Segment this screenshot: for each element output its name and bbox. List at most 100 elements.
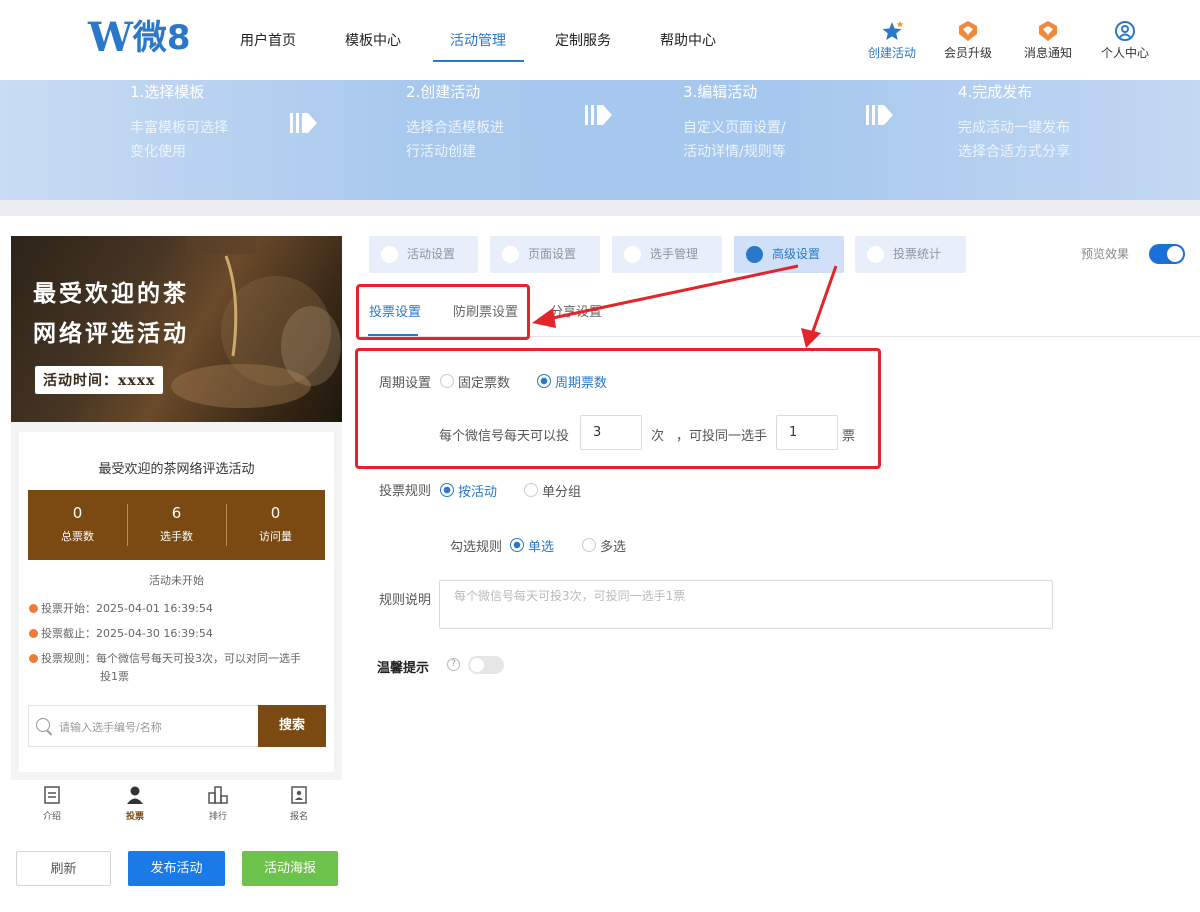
- radio-single-select[interactable]: 单选: [510, 536, 554, 555]
- steps-banner: 1.选择模板 丰富模板可选择 变化使用 2.创建活动 选择合适模板进 行活动创建 3…: [0, 80, 1200, 200]
- radio-single-group[interactable]: 单分组: [524, 481, 581, 500]
- activity-poster-button[interactable]: 活动海报: [242, 851, 338, 886]
- tab-activity-settings[interactable]: 活动设置: [369, 236, 478, 273]
- hero-title-line2: 网络评选活动: [33, 320, 189, 347]
- warm-tip-label: 温馨提示: [377, 661, 430, 676]
- step-desc: 完成活动一键发布 选择合适方式分享: [958, 116, 1070, 164]
- vote-start-text: 投票开始：2025-04-01 16:39:54: [41, 602, 213, 615]
- diamond-badge-icon: [959, 21, 977, 41]
- rule-description-label: 规则说明: [379, 593, 432, 608]
- step-desc: 自定义页面设置/活动详情/规则等: [683, 116, 786, 164]
- step-3: 3.编辑活动 自定义页面设置/活动详情/规则等: [683, 80, 786, 164]
- stat-label: 总票数: [61, 530, 94, 543]
- stat-value: 0: [270, 504, 281, 522]
- create-activity-button[interactable]: 创建活动: [860, 20, 924, 61]
- tab-label: 报名: [289, 812, 308, 822]
- message-notify-button[interactable]: 消息通知: [1016, 20, 1080, 61]
- highlight-box-cycle: [355, 348, 881, 469]
- stat-value: 6: [171, 504, 182, 522]
- info-dot-icon: [29, 654, 38, 663]
- per-day-label: 每个微信号每天可以投: [439, 429, 570, 444]
- radio-fixed-votes[interactable]: 固定票数: [440, 372, 510, 391]
- step-desc: 选择合适模板进 行活动创建: [406, 116, 504, 164]
- annotation-arrows: [532, 264, 838, 348]
- nav-activity-management[interactable]: 活动管理: [450, 30, 506, 50]
- player-search: 请输入选手编号/名称 搜索: [28, 705, 326, 747]
- step-4: 4.完成发布 完成活动一键发布 选择合适方式分享: [958, 80, 1070, 164]
- tab-label: 介绍: [42, 812, 61, 822]
- stats-icon: [867, 246, 884, 263]
- user-circle-icon: [1115, 21, 1135, 41]
- per-day-votes-input[interactable]: 3: [580, 415, 642, 450]
- tab-label: 投票: [125, 812, 144, 822]
- preview-tabbar: 介绍 投票 排行 报名: [11, 780, 342, 828]
- nav-template-center[interactable]: 模板中心: [345, 30, 401, 50]
- phone-preview: 最受欢迎的茶 网络评选活动 活动时间：xxxx 最受欢迎的茶网络评选活动 0 总…: [11, 236, 342, 780]
- radio-cycle-votes[interactable]: 周期票数: [537, 372, 607, 391]
- radio-multi-select[interactable]: 多选: [582, 536, 626, 555]
- message-notify-label: 消息通知: [1023, 46, 1072, 60]
- rule-description-textarea[interactable]: 每个微信号每天可投3次，可投同一选手1票: [439, 580, 1053, 629]
- clock-dot-icon: [29, 604, 38, 613]
- step-title: 1.选择模板: [130, 83, 205, 101]
- stats-bar: 0 总票数 6 选手数 0 访问量: [28, 490, 325, 560]
- nav-user-home[interactable]: 用户首页: [240, 30, 296, 50]
- activity-title: 最受欢迎的茶网络评选活动: [98, 462, 255, 477]
- player-search-input[interactable]: 请输入选手编号/名称: [59, 719, 249, 735]
- vote-start-info: 投票开始：2025-04-01 16:39:54: [29, 600, 213, 618]
- publish-activity-button[interactable]: 发布活动: [128, 851, 225, 886]
- search-icon: [36, 718, 50, 732]
- step-desc-line: 变化使用: [130, 144, 186, 160]
- same-player-label: ，可投同一选手: [676, 429, 768, 444]
- vote-rule-text: 投1票: [100, 670, 129, 683]
- step-desc-line: 活动详情/规则等: [683, 144, 786, 160]
- activity-status: 活动未开始: [149, 574, 204, 587]
- hero-time-badge: 活动时间：xxxx: [35, 366, 164, 394]
- search-button[interactable]: 搜索: [258, 705, 326, 747]
- warm-tip-toggle[interactable]: [468, 656, 504, 674]
- personal-center-button[interactable]: 个人中心: [1093, 20, 1157, 61]
- step-desc: 丰富模板可选择 变化使用: [130, 116, 228, 164]
- tab-signup[interactable]: 报名: [269, 785, 329, 822]
- vote-rule-label: 投票规则: [379, 484, 432, 499]
- tab-vote[interactable]: 投票: [105, 785, 165, 822]
- top-navbar: W 微8 用户首页 模板中心 活动管理 定制服务 帮助中心 创建活动 会员升级 …: [0, 0, 1200, 80]
- step-1: 1.选择模板 丰富模板可选择 变化使用: [130, 80, 228, 164]
- tab-intro[interactable]: 介绍: [22, 785, 82, 822]
- question-icon[interactable]: ?: [447, 658, 460, 671]
- step-arrow-icon: [866, 105, 893, 125]
- member-upgrade-label: 会员升级: [943, 46, 992, 60]
- banner-divider: [0, 200, 1200, 216]
- nav-help-center[interactable]: 帮助中心: [660, 30, 716, 50]
- stat-visits: 0 访问量: [226, 490, 325, 560]
- activity-info-card: 最受欢迎的茶网络评选活动 0 总票数 6 选手数 0 访问量 活动未开始 投票开…: [19, 432, 334, 772]
- step-desc-line: 选择合适模板进: [406, 120, 504, 136]
- refresh-button[interactable]: 刷新: [16, 851, 111, 886]
- tab-ranking[interactable]: 排行: [188, 785, 248, 822]
- hero-banner-image: 最受欢迎的茶 网络评选活动 活动时间：xxxx: [11, 236, 342, 422]
- step-desc-line: 行活动创建: [406, 144, 476, 160]
- document-icon: [44, 786, 60, 804]
- create-activity-label: 创建活动: [867, 46, 916, 60]
- tab-label: 投票统计: [893, 247, 942, 261]
- same-player-votes-input[interactable]: 1: [776, 415, 838, 450]
- logo-text: 微8: [132, 18, 191, 58]
- nav-custom-service[interactable]: 定制服务: [555, 30, 611, 50]
- highlight-box-subtabs: [356, 284, 530, 340]
- step-arrow-icon: [585, 105, 612, 125]
- member-upgrade-button[interactable]: 会员升级: [936, 20, 1000, 61]
- radio-by-activity[interactable]: 按活动: [440, 481, 497, 500]
- vote-end-text: 投票截止：2025-04-30 16:39:54: [41, 627, 213, 640]
- stat-label: 选手数: [160, 530, 193, 543]
- step-title: 2.创建活动: [406, 83, 481, 101]
- stat-total-votes: 0 总票数: [28, 490, 127, 560]
- stat-player-count: 6 选手数: [127, 490, 226, 560]
- step-desc-line: 完成活动一键发布: [958, 120, 1070, 136]
- brand-logo[interactable]: W 微8: [88, 18, 191, 59]
- clock-dot-icon: [29, 629, 38, 638]
- step-title: 3.编辑活动: [683, 83, 758, 101]
- same-player-unit: 票: [842, 429, 856, 444]
- tab-vote-statistics[interactable]: 投票统计: [855, 236, 966, 273]
- vote-rule-text: 投票规则：每个微信号每天可投3次，可以对同一选手: [41, 652, 301, 665]
- preview-effect-toggle[interactable]: [1149, 244, 1185, 264]
